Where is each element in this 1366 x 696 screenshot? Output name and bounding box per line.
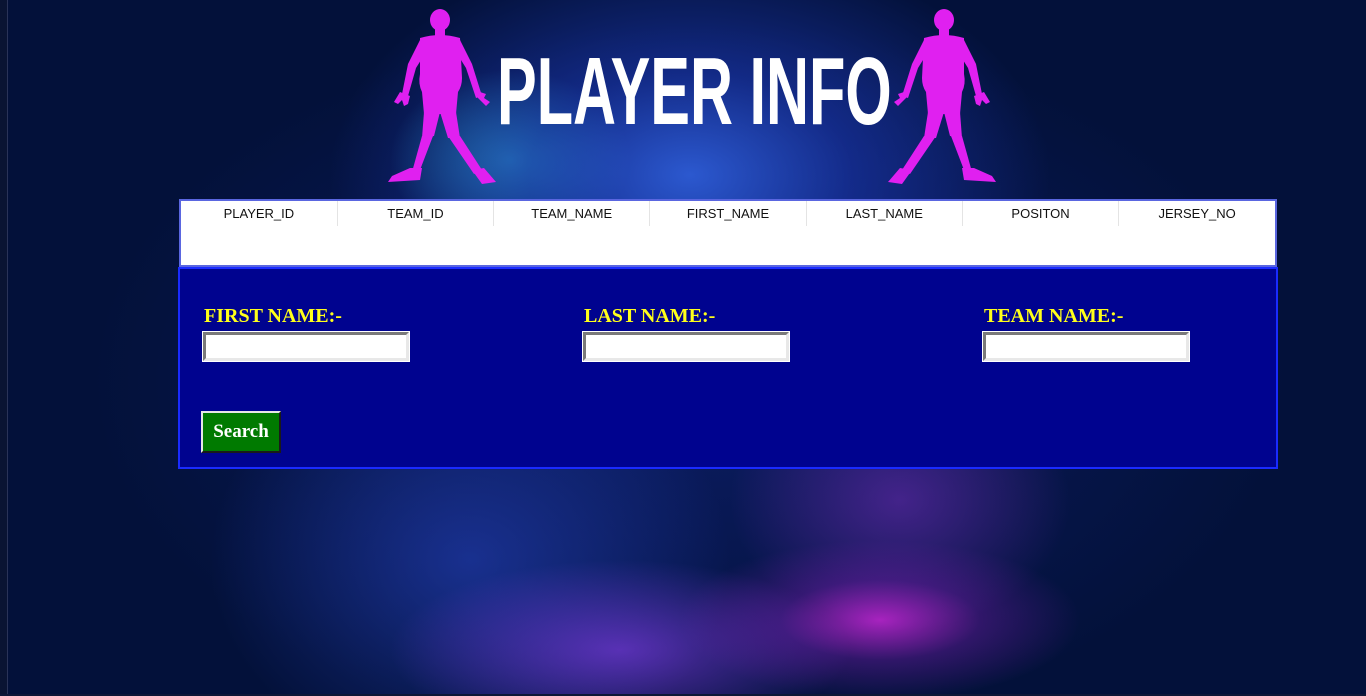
first-name-label: FIRST NAME:- (204, 305, 342, 327)
column-header-jersey-no[interactable]: JERSEY_NO (1118, 201, 1275, 226)
table-header-row: PLAYER_ID TEAM_ID TEAM_NAME FIRST_NAME L… (181, 201, 1275, 226)
window-left-edge (0, 0, 8, 696)
column-header-position[interactable]: POSITON (962, 201, 1120, 226)
page-title: PLAYER INFO (497, 38, 892, 145)
results-table-container: PLAYER_ID TEAM_ID TEAM_NAME FIRST_NAME L… (179, 199, 1277, 267)
last-name-label: LAST NAME:- (584, 305, 716, 327)
search-button[interactable]: Search (201, 411, 281, 453)
results-table: PLAYER_ID TEAM_ID TEAM_NAME FIRST_NAME L… (181, 201, 1275, 226)
column-header-team-id[interactable]: TEAM_ID (337, 201, 495, 226)
last-name-input[interactable] (582, 331, 790, 362)
column-header-player-id[interactable]: PLAYER_ID (181, 201, 338, 226)
column-header-first-name[interactable]: FIRST_NAME (649, 201, 807, 226)
team-name-label: TEAM NAME:- (984, 305, 1124, 327)
team-name-input[interactable] (982, 331, 1190, 362)
first-name-input[interactable] (202, 331, 410, 362)
soccer-player-silhouette-icon (388, 9, 496, 184)
soccer-player-silhouette-icon (888, 9, 996, 184)
column-header-last-name[interactable]: LAST_NAME (806, 201, 963, 226)
search-panel: FIRST NAME:- LAST NAME:- TEAM NAME:- Sea… (178, 267, 1278, 469)
column-header-team-name[interactable]: TEAM_NAME (493, 201, 651, 226)
